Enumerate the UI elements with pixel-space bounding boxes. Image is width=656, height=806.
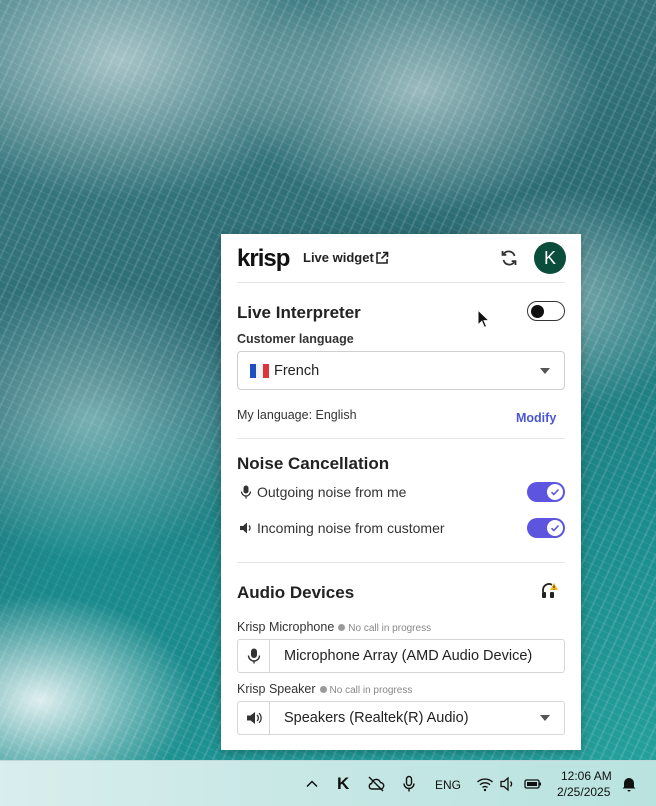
speaker-device-select[interactable]: Speakers (Realtek(R) Audio) — [237, 701, 565, 735]
speaker-icon — [240, 522, 251, 534]
volume-icon[interactable] — [499, 775, 517, 793]
widget-header: krisp Live widget K — [221, 234, 581, 282]
customer-language-select[interactable]: French — [237, 351, 565, 390]
toggle-knob — [531, 304, 544, 318]
status-dot — [319, 686, 327, 693]
toggle-knob — [547, 484, 563, 500]
mouse-cursor-icon — [477, 309, 489, 329]
microphone-tray-icon[interactable] — [400, 775, 418, 793]
krisp-microphone-label: Krisp Microphone No call in progress — [237, 620, 431, 634]
outgoing-noise-toggle[interactable] — [527, 482, 565, 502]
clock-date[interactable]: 2/25/2025 — [557, 785, 610, 799]
microphone-device-select[interactable]: Microphone Array (AMD Audio Device) — [237, 639, 565, 673]
microphone-device-value: Microphone Array (AMD Audio Device) — [284, 648, 533, 664]
krisp-logo: krisp — [237, 245, 290, 272]
wifi-icon[interactable] — [476, 775, 494, 793]
customer-language-value: French — [274, 363, 320, 379]
france-flag-icon — [250, 364, 269, 378]
refresh-icon[interactable] — [499, 248, 519, 268]
speaker-device-value: Speakers (Realtek(R) Audio) — [284, 710, 469, 726]
krisp-widget: krisp Live widget K Live Interpreter Cus… — [221, 234, 581, 750]
live-widget-link[interactable]: Live widget — [303, 250, 374, 265]
speaker-label-text: Krisp Speaker — [237, 682, 316, 696]
check-icon — [550, 488, 560, 496]
speaker-icon — [247, 712, 262, 724]
live-interpreter-title: Live Interpreter — [237, 303, 361, 322]
notification-bell-icon[interactable] — [620, 775, 638, 793]
krisp-tray-icon[interactable]: K — [337, 774, 349, 794]
microphone-icon — [240, 485, 252, 499]
battery-icon[interactable] — [524, 775, 542, 793]
divider — [237, 438, 565, 439]
microphone-icon — [247, 648, 261, 664]
clock-time[interactable]: 12:06 AM — [561, 769, 612, 783]
outgoing-noise-label: Outgoing noise from me — [257, 484, 407, 500]
external-link-icon[interactable] — [375, 251, 389, 265]
device-icon-box — [238, 640, 270, 672]
cloud-offline-icon[interactable] — [367, 775, 385, 793]
taskbar: K ENG 12:06 AM 2/25/2025 — [0, 760, 656, 806]
mic-status: No call in progress — [348, 623, 432, 634]
noise-cancellation-title: Noise Cancellation — [237, 454, 390, 473]
speaker-status: No call in progress — [329, 685, 413, 696]
modify-language-link[interactable]: Modify — [516, 411, 556, 425]
toggle-knob — [547, 520, 563, 536]
incoming-noise-toggle[interactable] — [527, 518, 565, 538]
mic-label-text: Krisp Microphone — [237, 620, 335, 634]
divider — [237, 282, 565, 283]
chevron-up-icon[interactable] — [305, 777, 319, 791]
device-icon-box — [238, 702, 270, 734]
chevron-down-icon — [540, 715, 550, 721]
krisp-speaker-label: Krisp Speaker No call in progress — [237, 682, 412, 696]
my-language-text: My language: English — [237, 408, 357, 422]
incoming-noise-label: Incoming noise from customer — [257, 520, 445, 536]
status-dot — [338, 624, 346, 631]
user-avatar[interactable]: K — [534, 242, 566, 274]
headset-warning-icon[interactable] — [540, 582, 558, 600]
divider — [237, 562, 565, 563]
live-interpreter-toggle[interactable] — [527, 301, 565, 321]
input-language[interactable]: ENG — [435, 778, 461, 792]
chevron-down-icon — [540, 368, 550, 374]
customer-language-label: Customer language — [237, 332, 354, 346]
check-icon — [550, 524, 560, 532]
audio-devices-title: Audio Devices — [237, 583, 355, 602]
